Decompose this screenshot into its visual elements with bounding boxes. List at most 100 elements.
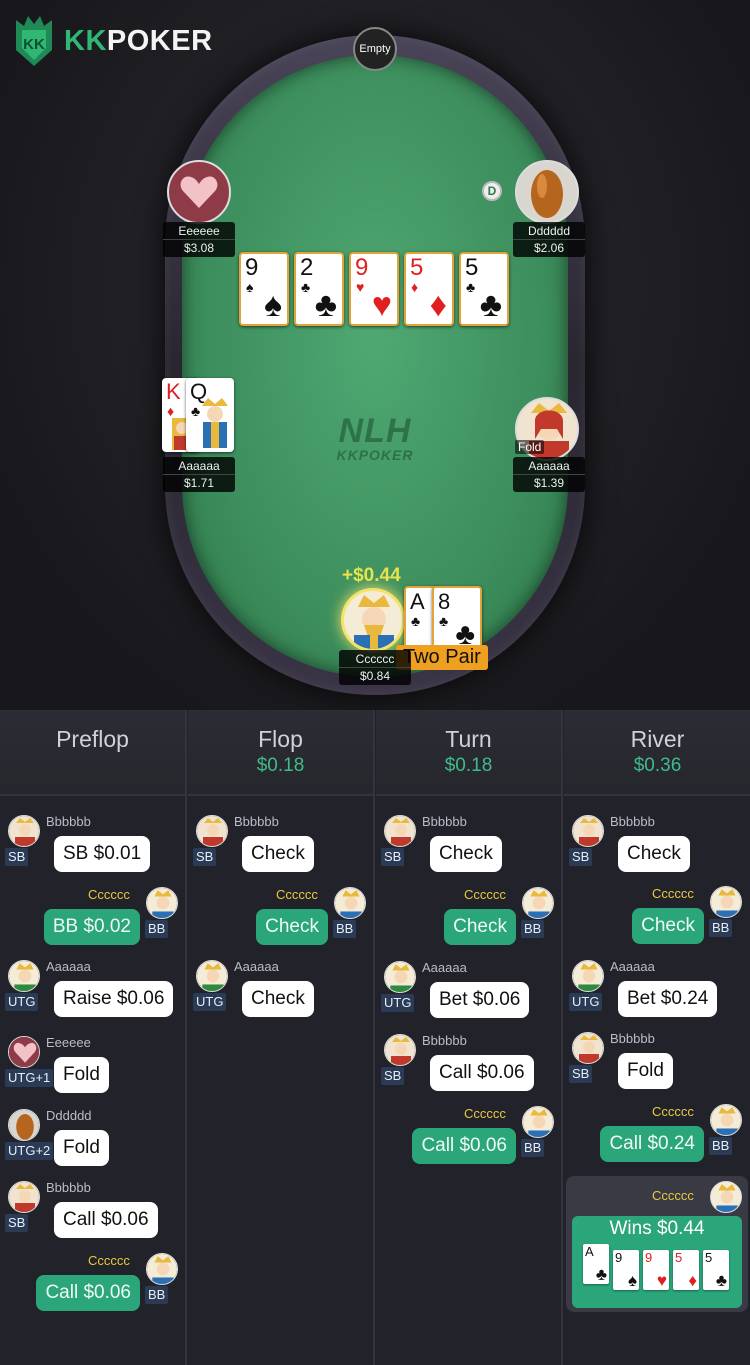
action-bubble: Fold (618, 1053, 673, 1089)
player-mini-avatar (196, 815, 228, 847)
action-bubble: Check (242, 981, 314, 1017)
position-badge: BB (709, 919, 733, 937)
position-badge: SB (381, 1067, 405, 1085)
player-name: Aaaaaa (46, 959, 91, 974)
player-name: Bbbbbb (46, 814, 91, 829)
position-badge: UTG (193, 993, 227, 1011)
action-bubble: SB $0.01 (54, 836, 151, 872)
wins-text: Wins $0.44 (609, 1218, 705, 1239)
avatar-dddddd[interactable] (515, 160, 579, 224)
player-mini-avatar (522, 1106, 554, 1138)
player-mini-avatar (384, 1034, 416, 1066)
position-badge: BB (521, 1139, 545, 1157)
action-bubble: Call $0.24 (600, 1126, 704, 1162)
player-mini-avatar (572, 1032, 604, 1064)
position-badge: BB (709, 1137, 733, 1155)
action-bubble: Raise $0.06 (54, 981, 174, 1017)
player-name: Aaaaaa (422, 960, 467, 975)
board-card: 2 ♣ ♣ (294, 252, 344, 326)
dealer-button: D (482, 181, 502, 201)
player-name: Bbbbbb (610, 814, 655, 829)
result-card: 5 ♣ (703, 1250, 729, 1290)
action-bubble: Check (256, 909, 328, 945)
action-bubble: Check (444, 909, 516, 945)
king-avatar-icon (354, 595, 394, 649)
action-bubble: Call $0.06 (54, 1202, 158, 1238)
action-bubble: Call $0.06 (430, 1055, 534, 1091)
player-name: Bbbbbb (46, 1180, 91, 1195)
action-bubble: Check (618, 836, 690, 872)
player-mini-avatar (8, 815, 40, 847)
player-mini-avatar (710, 1104, 742, 1136)
result-card: A ♣ (583, 1244, 609, 1284)
result-card: 9 ♠ (613, 1250, 639, 1290)
board-card: 5 ♣ ♣ (459, 252, 509, 326)
action-bubble: Check (430, 836, 502, 872)
street-column-flop: Flop $0.18 (188, 710, 375, 1365)
player-mini-avatar (384, 961, 416, 993)
result-avatar (710, 1181, 742, 1213)
position-badge: SB (569, 1065, 593, 1083)
position-badge: BB (333, 920, 357, 938)
player-name: Eeeeee (46, 1035, 91, 1050)
shield-logo-icon: KK (16, 16, 52, 66)
position-badge: SB (381, 848, 405, 866)
player-name: Cccccc (652, 1104, 694, 1119)
position-badge: UTG+2 (5, 1142, 54, 1160)
player-mini-avatar (146, 887, 178, 919)
heart-icon (180, 176, 218, 208)
player-mini-avatar (8, 960, 40, 992)
position-badge: BB (145, 920, 169, 938)
poker-table-area: KK KKPOKER NLH KKPOKER Empty D Eeeeee $3… (0, 0, 750, 710)
player-mini-avatar (384, 815, 416, 847)
position-badge: UTG (381, 994, 415, 1012)
position-badge: UTG+1 (5, 1069, 54, 1087)
queen-face-icon (202, 398, 228, 448)
player-name: Cccccc (652, 886, 694, 901)
action-bubble: Bet $0.06 (430, 982, 530, 1018)
player-name: Aaaaaa (610, 959, 655, 974)
result-card: 5 ♦ (673, 1250, 699, 1290)
player-name: Bbbbbb (234, 814, 279, 829)
player-name: Aaaaaa (234, 959, 279, 974)
player-name: Dddddd (46, 1108, 92, 1123)
action-bubble: Check (242, 836, 314, 872)
action-bubble: Bet $0.24 (618, 981, 718, 1017)
seat-nameplate: Eeeeee $3.08 (163, 222, 235, 257)
player-mini-avatar (334, 887, 366, 919)
player-name: Cccccc (88, 887, 130, 902)
result-card: 9 ♥ (643, 1250, 669, 1290)
avatar-eeeeee[interactable] (167, 160, 231, 224)
win-amount: +$0.44 (342, 565, 401, 586)
hero-avatar[interactable] (341, 588, 405, 652)
action-bubble: Call $0.06 (412, 1128, 516, 1164)
street-header: Turn $0.18 (376, 710, 561, 796)
street-header: River $0.36 (564, 710, 750, 796)
position-badge: SB (193, 848, 217, 866)
position-badge: BB (521, 920, 545, 938)
action-bubble: Fold (54, 1130, 109, 1166)
seat-nameplate: Aaaaaa $1.39 (513, 457, 585, 492)
action-bubble: Check (632, 908, 704, 944)
brand-name: KKPOKER (64, 24, 213, 57)
empty-seat-button[interactable]: Empty (353, 27, 397, 71)
player-hole-card: Q ♣ (186, 378, 234, 452)
position-badge: SB (5, 848, 29, 866)
fold-status-tag: Fold (515, 440, 545, 454)
player-mini-avatar (146, 1253, 178, 1285)
position-badge: BB (145, 1286, 169, 1304)
position-badge: UTG (5, 993, 39, 1011)
player-mini-avatar (522, 887, 554, 919)
player-name: Cccccc (276, 887, 318, 902)
player-mini-avatar (572, 960, 604, 992)
board-card: 5 ♦ ♦ (404, 252, 454, 326)
street-header: Preflop (0, 710, 185, 796)
action-bubble: BB $0.02 (43, 909, 140, 945)
player-mini-avatar (710, 886, 742, 918)
position-badge: UTG (569, 993, 603, 1011)
player-name: Bbbbbb (422, 1033, 467, 1048)
player-name: Bbbbbb (610, 1031, 655, 1046)
player-name: Bbbbbb (422, 814, 467, 829)
seat-nameplate: Aaaaaa $1.71 (163, 457, 235, 492)
player-mini-avatar (196, 960, 228, 992)
